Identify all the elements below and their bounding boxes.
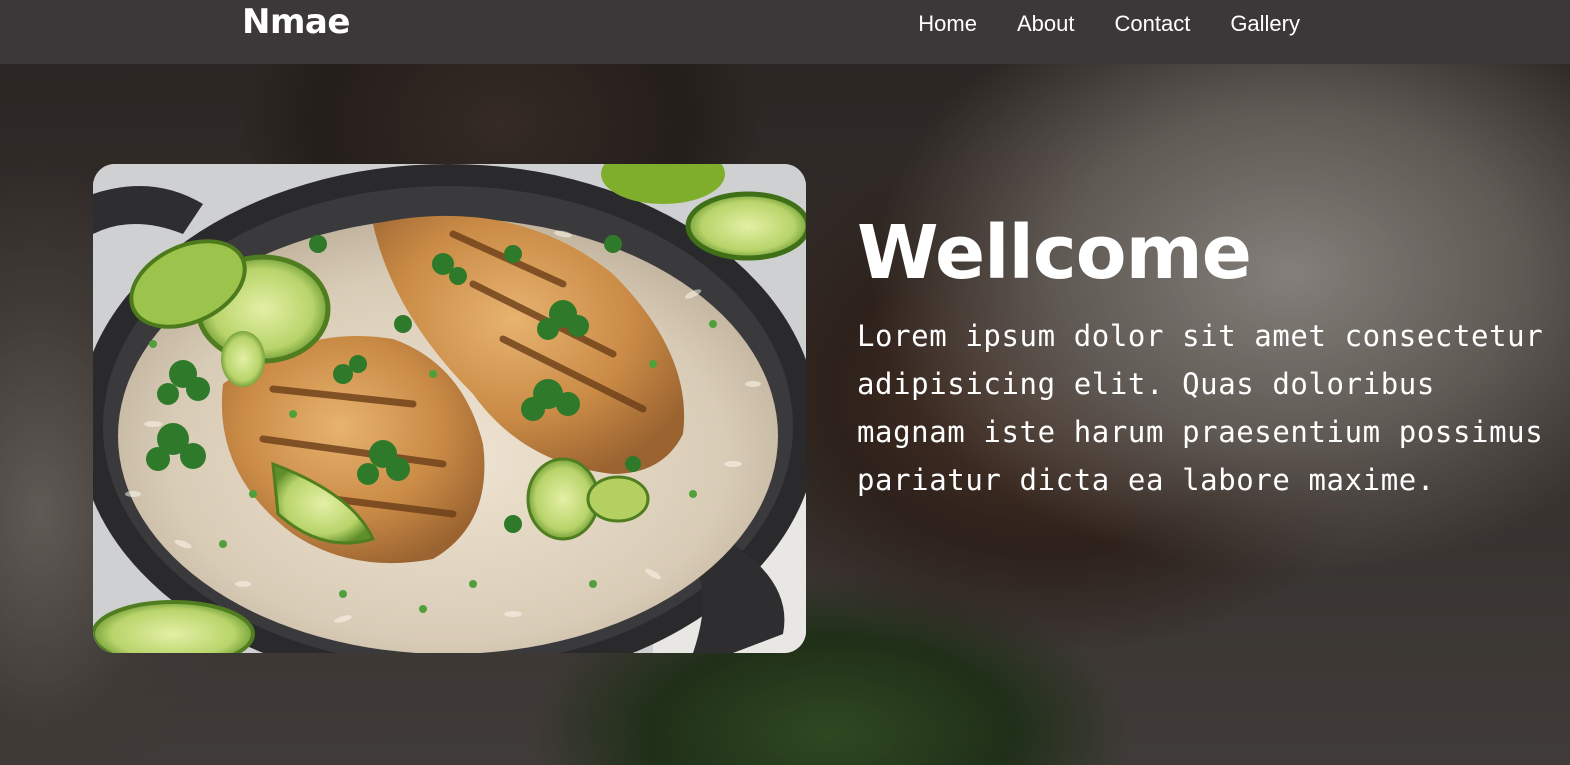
hero-description: Lorem ipsum dolor sit amet consectetur a… — [857, 319, 1544, 497]
nav-link-about[interactable]: About — [1017, 10, 1075, 38]
food-photo — [93, 164, 806, 653]
navbar: Nmae Home About Contact Gallery — [0, 0, 1570, 64]
hero-text: Wellcome Lorem ipsum dolor sit amet cons… — [857, 208, 1547, 504]
nav-links: Home About Contact Gallery — [918, 10, 1300, 38]
hero-title: Wellcome — [857, 210, 1252, 296]
nav-link-home[interactable]: Home — [918, 10, 977, 38]
chicken-rice-skillet-image — [93, 164, 806, 653]
brand-logo[interactable]: Nmae — [242, 2, 350, 42]
hero-section: Wellcome Lorem ipsum dolor sit amet cons… — [0, 64, 1570, 765]
nav-link-contact[interactable]: Contact — [1114, 10, 1190, 38]
nav-link-gallery[interactable]: Gallery — [1230, 10, 1300, 38]
